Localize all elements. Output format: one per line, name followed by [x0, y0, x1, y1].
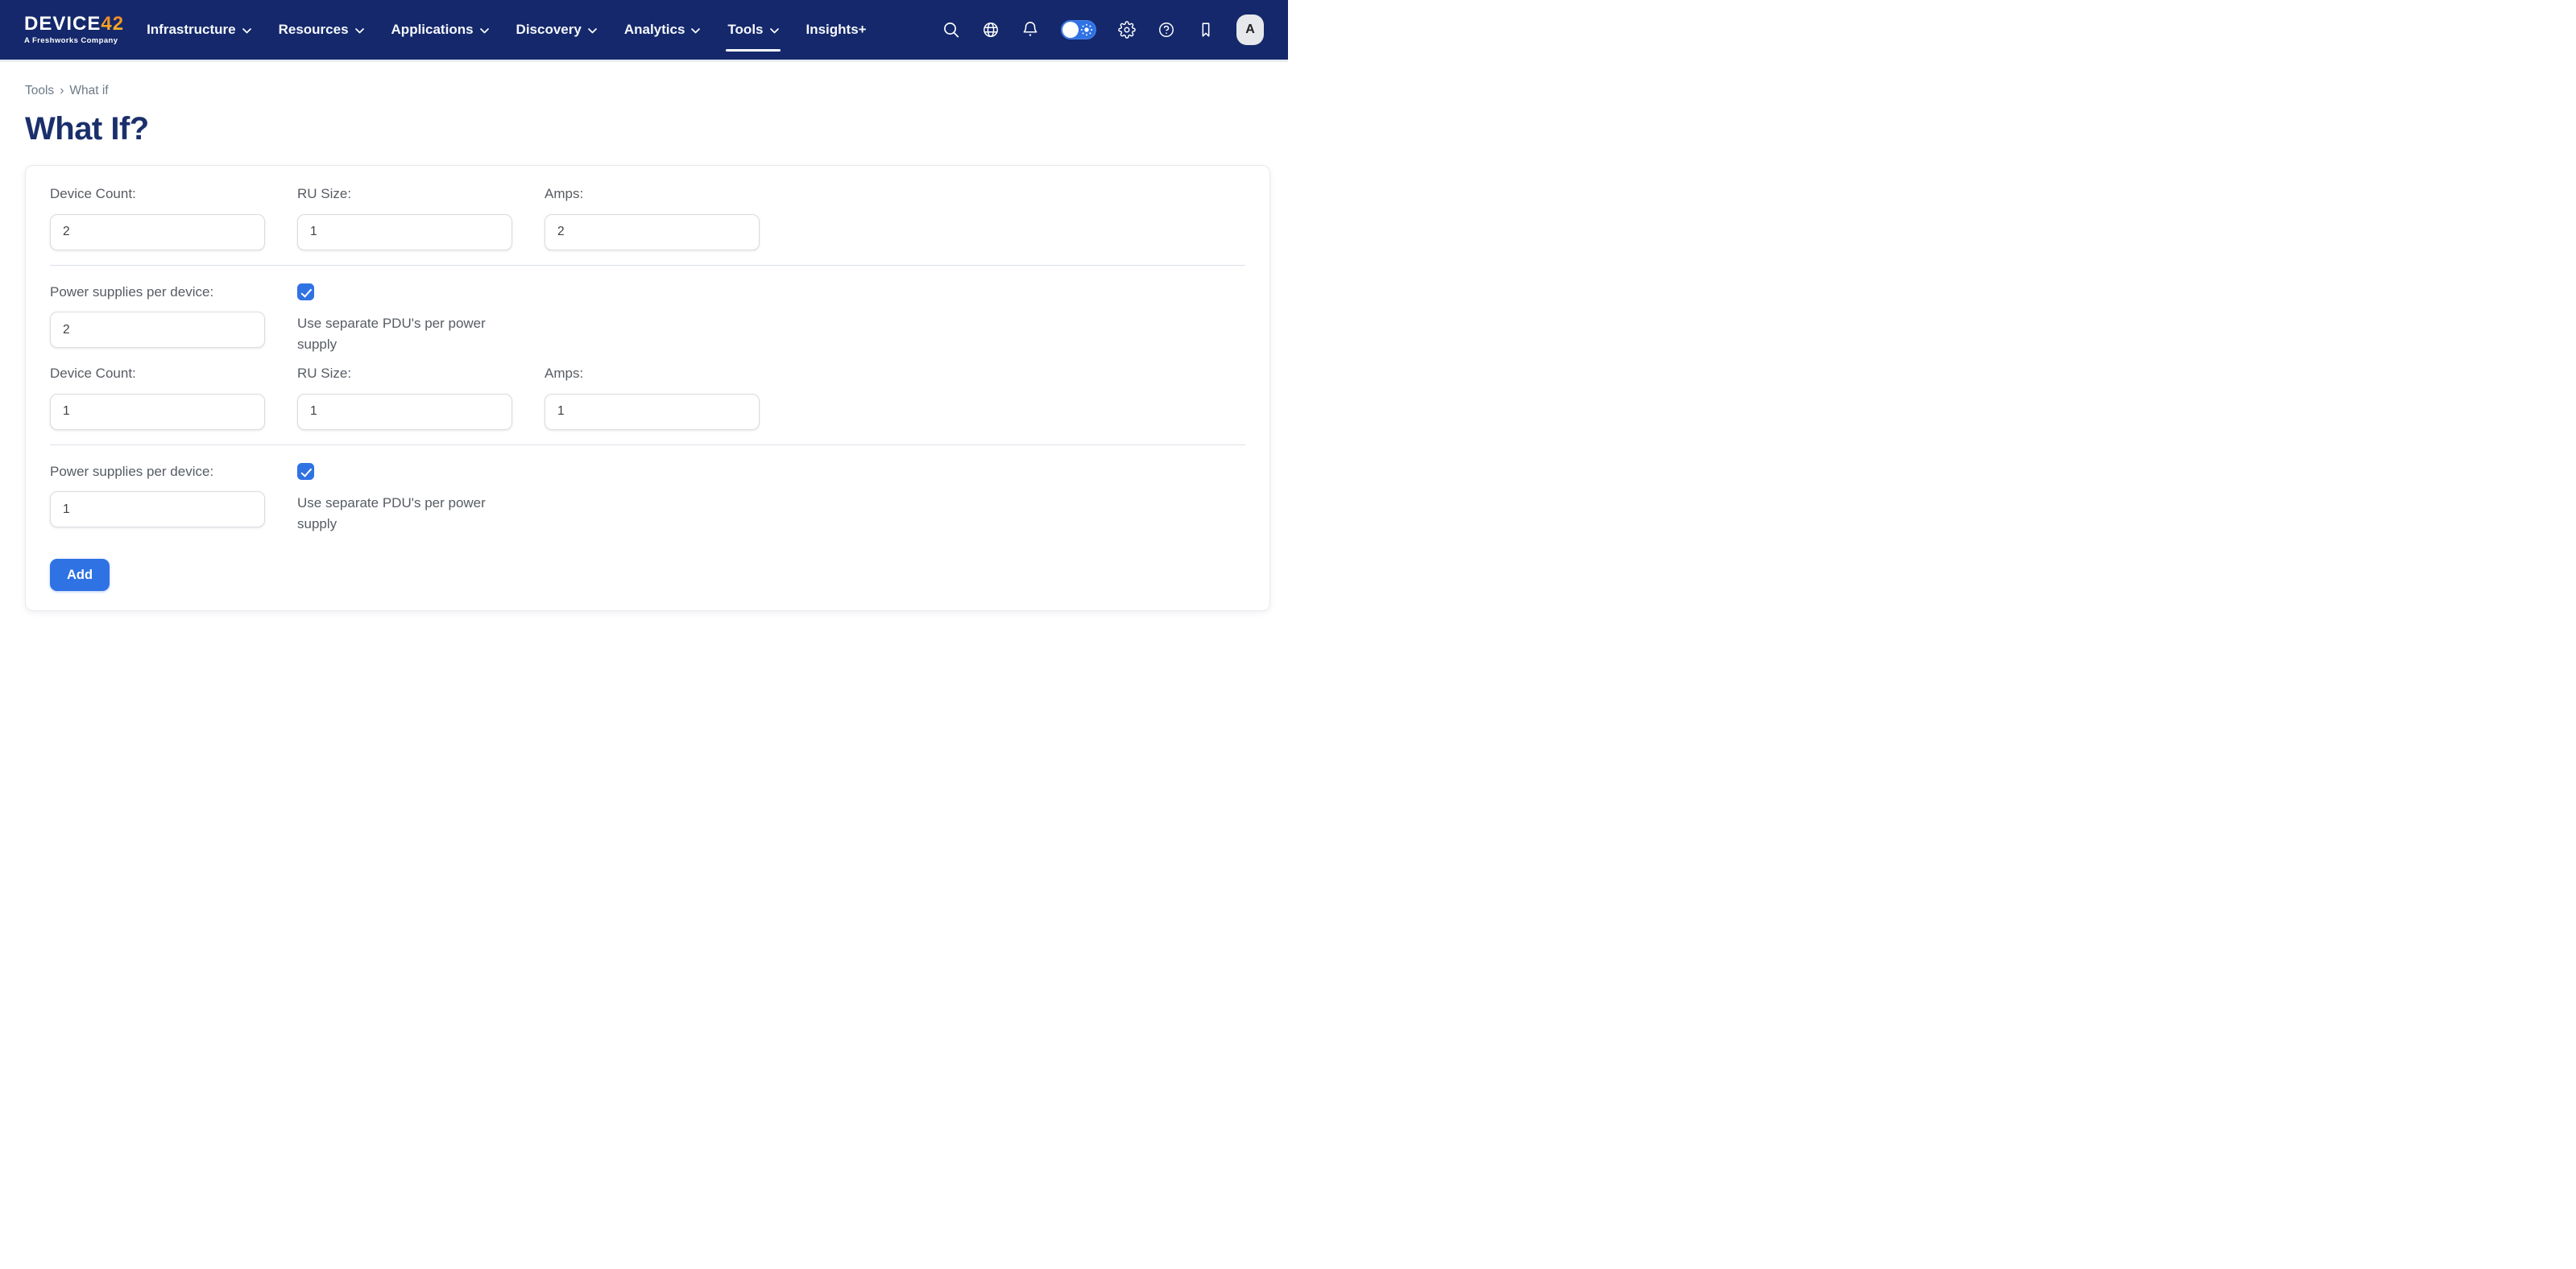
field-power-supplies-1: Power supplies per device:	[50, 277, 265, 356]
field-separate-pdu-1: Use separate PDU's per power supply	[297, 277, 512, 356]
nav-item-tools[interactable]: Tools	[727, 0, 778, 60]
notifications-bell-icon[interactable]	[1021, 21, 1039, 39]
field-power-supplies-2: Power supplies per device:	[50, 457, 265, 535]
nav-item-infrastructure[interactable]: Infrastructure	[147, 0, 251, 60]
field-device-count-1: Device Count:	[50, 179, 265, 250]
form-row-group1-counts: Device Count: RU Size: Amps:	[50, 179, 1245, 250]
row-divider	[50, 444, 1245, 445]
chevron-down-icon	[355, 28, 364, 34]
toggle-knob	[1062, 22, 1079, 38]
ru-size-label: RU Size:	[297, 184, 512, 205]
separate-pdu-label: Use separate PDU's per power supply	[297, 313, 503, 356]
chevron-down-icon	[480, 28, 489, 34]
nav-item-insights-plus[interactable]: Insights+	[806, 0, 867, 60]
logo-tagline: A Freshworks Company	[24, 37, 124, 45]
form-row-group2-power: Power supplies per device: Use separate …	[50, 457, 1245, 535]
chevron-down-icon	[770, 28, 779, 34]
form-row-group1-power: Power supplies per device: Use separate …	[50, 277, 1245, 356]
row-divider	[50, 265, 1245, 266]
sun-icon	[1079, 23, 1094, 37]
active-tab-underline	[726, 49, 780, 52]
logo-accent-text: 42	[101, 13, 124, 35]
user-avatar[interactable]: A	[1236, 14, 1264, 45]
avatar-initial: A	[1245, 23, 1255, 37]
separate-pdu-label: Use separate PDU's per power supply	[297, 493, 503, 535]
search-icon[interactable]	[942, 21, 960, 39]
settings-gear-icon[interactable]	[1118, 21, 1136, 39]
nav-item-label: Insights+	[806, 22, 867, 38]
power-supplies-input[interactable]	[50, 491, 265, 527]
device-count-input[interactable]	[50, 214, 265, 250]
nav-item-label: Discovery	[516, 22, 582, 38]
main-content: Tools › What if What If? Device Count: R…	[0, 62, 1288, 611]
field-ru-size-1: RU Size:	[297, 179, 512, 250]
what-if-form-card: Device Count: RU Size: Amps: Power suppl…	[25, 165, 1270, 611]
separate-pdu-checkbox[interactable]	[297, 463, 314, 480]
page-title: What If?	[25, 111, 1270, 147]
field-ru-size-2: RU Size:	[297, 358, 512, 430]
main-nav-menu: Infrastructure Resources Applications Di…	[147, 0, 867, 60]
nav-item-label: Infrastructure	[147, 22, 236, 38]
field-amps-1: Amps:	[545, 179, 760, 250]
field-device-count-2: Device Count:	[50, 358, 265, 430]
amps-input[interactable]	[545, 214, 760, 250]
breadcrumb-separator: ›	[60, 84, 64, 98]
breadcrumb-tools-link[interactable]: Tools	[25, 84, 54, 98]
amps-input[interactable]	[545, 394, 760, 430]
theme-toggle[interactable]	[1061, 20, 1096, 39]
device42-logo[interactable]: DEVICE42 A Freshworks Company	[24, 14, 124, 45]
ru-size-input[interactable]	[297, 214, 512, 250]
nav-item-label: Resources	[279, 22, 349, 38]
nav-item-label: Tools	[727, 22, 763, 38]
power-supplies-input[interactable]	[50, 312, 265, 348]
logo-brand-text: DEVICE	[24, 13, 101, 35]
field-amps-2: Amps:	[545, 358, 760, 430]
nav-item-resources[interactable]: Resources	[279, 0, 364, 60]
amps-label: Amps:	[545, 184, 760, 205]
nav-item-discovery[interactable]: Discovery	[516, 0, 597, 60]
device-count-label: Device Count:	[50, 363, 265, 384]
nav-item-label: Applications	[391, 22, 474, 38]
navbar-right-actions: A	[942, 14, 1264, 45]
nav-item-analytics[interactable]: Analytics	[624, 0, 701, 60]
ru-size-label: RU Size:	[297, 363, 512, 384]
amps-label: Amps:	[545, 363, 760, 384]
help-icon[interactable]	[1158, 21, 1175, 39]
breadcrumb: Tools › What if	[25, 84, 1270, 98]
breadcrumb-current: What if	[69, 84, 108, 98]
chevron-down-icon	[588, 28, 597, 34]
add-button[interactable]: Add	[50, 559, 110, 591]
device42-logo-text: DEVICE42	[24, 14, 124, 34]
bookmark-icon[interactable]	[1197, 21, 1215, 39]
chevron-down-icon	[242, 28, 251, 34]
nav-item-label: Analytics	[624, 22, 685, 38]
chevron-down-icon	[691, 28, 700, 34]
globe-icon[interactable]	[982, 21, 1000, 39]
nav-item-applications[interactable]: Applications	[391, 0, 489, 60]
power-supplies-label: Power supplies per device:	[50, 461, 235, 482]
separate-pdu-checkbox[interactable]	[297, 283, 314, 300]
ru-size-input[interactable]	[297, 394, 512, 430]
field-separate-pdu-2: Use separate PDU's per power supply	[297, 457, 512, 535]
device-count-label: Device Count:	[50, 184, 265, 205]
top-navbar: DEVICE42 A Freshworks Company Infrastruc…	[0, 0, 1288, 60]
form-row-group2-counts: Device Count: RU Size: Amps:	[50, 358, 1245, 430]
power-supplies-label: Power supplies per device:	[50, 282, 235, 303]
device-count-input[interactable]	[50, 394, 265, 430]
